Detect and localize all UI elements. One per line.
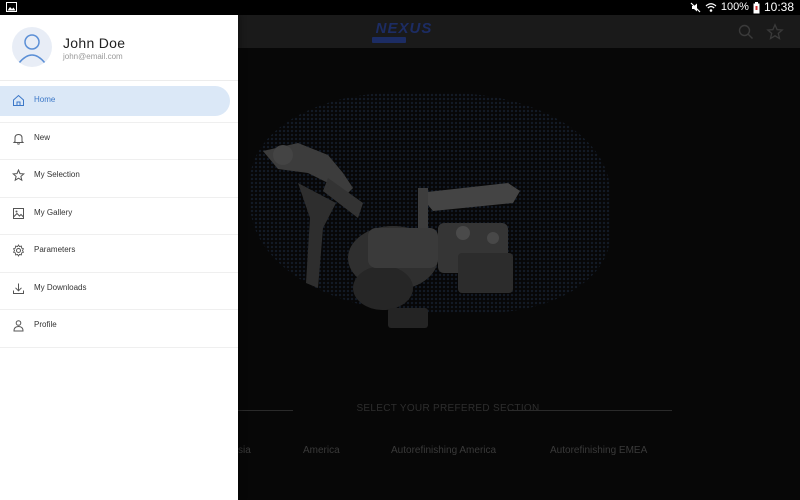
drawer-item-label: My Gallery	[34, 207, 73, 217]
drawer-item-home[interactable]: Home	[0, 85, 238, 123]
search-icon[interactable]	[737, 23, 755, 41]
drawer-item-label: Parameters	[34, 245, 76, 254]
logo-text: NEXUS	[375, 20, 433, 37]
star-icon	[12, 169, 25, 182]
image-icon	[13, 207, 24, 219]
home-icon	[13, 94, 24, 106]
drawer-item-label: Profile	[34, 320, 57, 329]
logo-badge	[372, 37, 406, 43]
drawer-item-my-selection[interactable]: My Selection	[0, 160, 238, 198]
drawer-menu: Home New My Selection My Gallery Paramet…	[0, 85, 238, 348]
person-icon	[13, 320, 24, 332]
drawer-item-my-gallery[interactable]: My Gallery	[0, 198, 238, 235]
user-email: john@email.com	[63, 52, 123, 61]
region-america[interactable]: America	[303, 445, 340, 456]
nexus-logo: NEXUS	[368, 20, 440, 44]
clock: 10:38	[763, 0, 794, 14]
divider-right	[508, 410, 672, 411]
mute-icon	[690, 2, 701, 13]
drawer-item-my-downloads[interactable]: My Downloads	[0, 273, 238, 310]
bell-icon	[12, 133, 25, 145]
region-autorefinishing-emea[interactable]: Autorefinishing EMEA	[550, 445, 647, 456]
section-divider: SELECT YOUR PREFERED SECTION	[238, 400, 672, 420]
gear-icon	[12, 244, 25, 257]
gallery-icon	[6, 2, 17, 12]
drawer-item-label: My Downloads	[34, 282, 87, 292]
navigation-drawer: John Doe john@email.com Home New My Sele…	[0, 15, 238, 500]
user-name: John Doe	[63, 35, 126, 51]
battery-icon	[753, 1, 760, 13]
spray-gun-product-image	[263, 143, 520, 328]
region-asia[interactable]: sia	[238, 445, 251, 456]
region-autorefinishing-america[interactable]: Autorefinishing America	[391, 445, 496, 456]
drawer-item-profile[interactable]: Profile	[0, 310, 238, 348]
section-title: SELECT YOUR PREFERED SECTION	[356, 403, 540, 414]
star-icon[interactable]	[766, 23, 784, 41]
battery-percent: 100%	[720, 1, 749, 13]
status-right: 100% 10:38	[690, 0, 794, 15]
wifi-icon	[705, 3, 717, 12]
drawer-header: John Doe john@email.com	[0, 15, 238, 81]
divider-left	[238, 410, 293, 411]
app-screen: 100% 10:38 NEXUS SELECT YOUR PREFERED SE…	[0, 0, 800, 500]
status-bar: 100% 10:38	[0, 0, 800, 15]
drawer-item-label: Home	[34, 95, 56, 104]
drawer-item-parameters[interactable]: Parameters	[0, 235, 238, 273]
drawer-item-label: New	[34, 132, 51, 142]
user-avatar-icon	[18, 34, 46, 64]
drawer-item-label: My Selection	[34, 170, 80, 179]
drawer-item-new[interactable]: New	[0, 123, 238, 160]
avatar[interactable]	[12, 27, 52, 67]
download-icon	[13, 283, 24, 294]
